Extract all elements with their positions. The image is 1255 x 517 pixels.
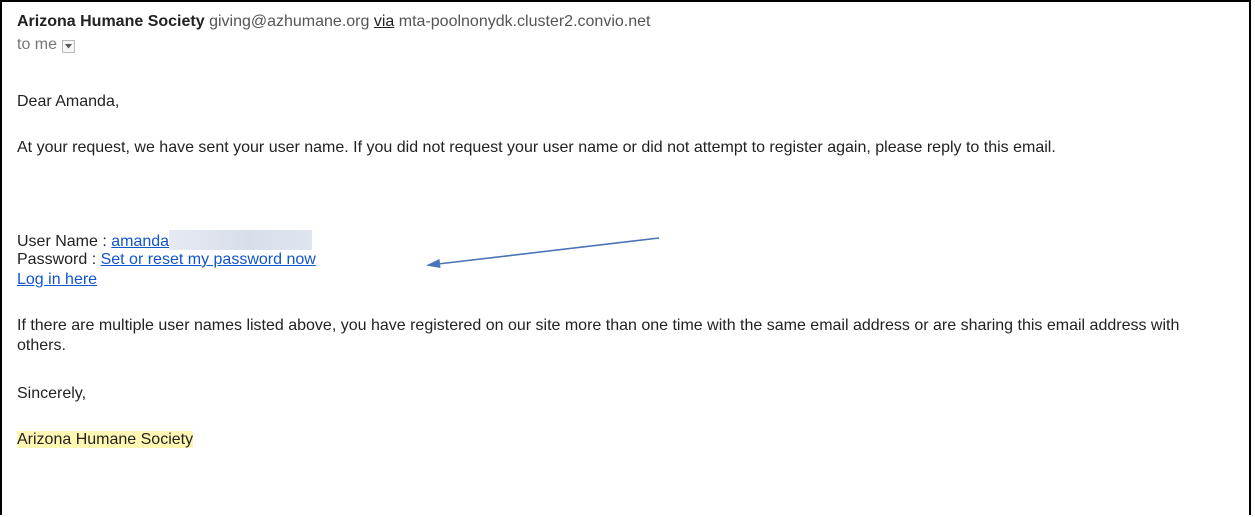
sender-email: giving@azhumane.org xyxy=(209,13,370,30)
signature-text: Arizona Humane Society xyxy=(17,431,194,448)
greeting: Dear Amanda, xyxy=(17,93,120,110)
arrow-icon xyxy=(426,237,660,268)
paragraph-multiple-names: If there are multiple user names listed … xyxy=(17,317,1180,354)
via-link[interactable]: via xyxy=(374,13,394,30)
sender-name[interactable]: Arizona Humane Society xyxy=(17,13,205,30)
redacted-email xyxy=(169,230,313,250)
signature: Arizona Humane Society xyxy=(17,430,194,449)
login-link[interactable]: Log in here xyxy=(17,271,97,288)
reset-password-link[interactable]: Set or reset my password now xyxy=(101,251,316,268)
username-label: User Name : xyxy=(17,233,112,250)
chevron-down-icon xyxy=(65,43,73,48)
login-row: Log in here xyxy=(17,270,97,289)
email-header: Arizona Humane Society giving@azhumane.o… xyxy=(17,13,650,31)
show-details-button[interactable] xyxy=(62,39,76,53)
password-label: Password : xyxy=(17,251,101,268)
via-host: mta-poolnonydk.cluster2.convio.net xyxy=(398,13,651,30)
username-link[interactable]: amanda xyxy=(111,233,169,250)
to-label: to me xyxy=(17,36,58,53)
recipient-line: to me xyxy=(17,36,76,54)
closing: Sincerely, xyxy=(17,385,87,402)
username-row: User Name : amanda xyxy=(17,230,313,251)
password-row: Password : Set or reset my password now xyxy=(17,250,316,269)
paragraph-request: At your request, we have sent your user … xyxy=(17,139,1056,156)
